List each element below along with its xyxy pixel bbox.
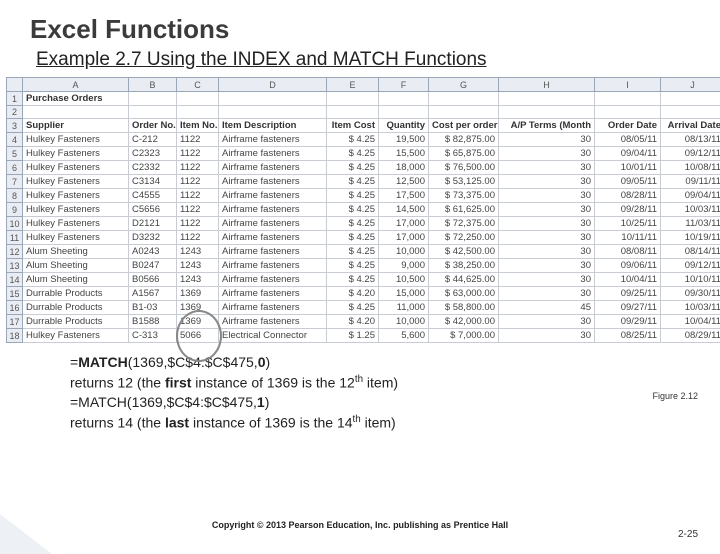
column-header: D bbox=[219, 78, 327, 92]
table-row: 6Hulkey FastenersC23321122Airframe faste… bbox=[7, 161, 720, 175]
column-header: F bbox=[379, 78, 429, 92]
table-row: 4Hulkey FastenersC-2121122Airframe faste… bbox=[7, 133, 720, 147]
table-row: 7Hulkey FastenersC31341122Airframe faste… bbox=[7, 175, 720, 189]
figure-label: Figure 2.12 bbox=[652, 391, 698, 401]
table-row: 8Hulkey FastenersC45551122Airframe faste… bbox=[7, 189, 720, 203]
formula-1: =MATCH(1369,$C$4:$C$475,0) bbox=[70, 353, 720, 372]
column-header: E bbox=[327, 78, 379, 92]
column-header bbox=[7, 78, 23, 92]
table-row: 15Durrable ProductsA15671369Airframe fas… bbox=[7, 287, 720, 301]
spreadsheet-table: ABCDEFGHIJ1Purchase Orders23SupplierOrde… bbox=[6, 77, 720, 343]
column-header: C bbox=[177, 78, 219, 92]
column-header: J bbox=[661, 78, 720, 92]
formula-explanations: =MATCH(1369,$C$4:$C$475,0) returns 12 (t… bbox=[70, 353, 720, 433]
table-row: 13Alum SheetingB02471243Airframe fastene… bbox=[7, 259, 720, 273]
column-header: A bbox=[23, 78, 129, 92]
column-header: I bbox=[595, 78, 661, 92]
table-row: 10Hulkey FastenersD21211122Airframe fast… bbox=[7, 217, 720, 231]
column-header: G bbox=[429, 78, 499, 92]
spreadsheet-screenshot: ABCDEFGHIJ1Purchase Orders23SupplierOrde… bbox=[6, 77, 708, 343]
table-row: 14Alum SheetingB05661243Airframe fastene… bbox=[7, 273, 720, 287]
column-header: B bbox=[129, 78, 177, 92]
table-row: 9Hulkey FastenersC56561122Airframe faste… bbox=[7, 203, 720, 217]
table-row: 16Durrable ProductsB1-031369Airframe fas… bbox=[7, 301, 720, 315]
table-row: 5Hulkey FastenersC23231122Airframe faste… bbox=[7, 147, 720, 161]
page-number: 2-25 bbox=[678, 529, 698, 540]
slide-subheading: Example 2.7 Using the INDEX and MATCH Fu… bbox=[36, 49, 720, 71]
table-row: 11Hulkey FastenersD32321122Airframe fast… bbox=[7, 231, 720, 245]
column-header: H bbox=[499, 78, 595, 92]
result-2: returns 14 (the last instance of 1369 is… bbox=[70, 413, 720, 433]
result-1: returns 12 (the first instance of 1369 i… bbox=[70, 373, 720, 393]
table-row: 17Durrable ProductsB15881369Airframe fas… bbox=[7, 315, 720, 329]
table-row: 12Alum SheetingA02431243Airframe fastene… bbox=[7, 245, 720, 259]
table-row: 18Hulkey FastenersC-3135066Electrical Co… bbox=[7, 329, 720, 343]
slide-heading: Excel Functions bbox=[30, 14, 720, 45]
formula-2: =MATCH(1369,$C$4:$C$475,1) bbox=[70, 393, 720, 412]
copyright-text: Copyright © 2013 Pearson Education, Inc.… bbox=[0, 520, 720, 530]
